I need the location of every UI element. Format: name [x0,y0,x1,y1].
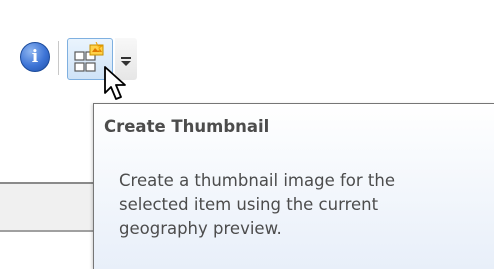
mouse-pointer-icon [104,66,126,100]
tooltip-description: Create a thumbnail image for the selecte… [119,171,395,238]
tooltip-title: Create Thumbnail [104,117,270,136]
tooltip: Create Thumbnail Create a thumbnail imag… [93,103,494,269]
background-panel [0,184,96,232]
dropdown-arrow-icon [121,57,131,66]
create-thumbnail-icon [74,42,104,72]
info-icon: i [31,46,39,67]
toolbar-separator [58,41,59,75]
info-button[interactable]: i [20,42,50,72]
background-divider [0,230,96,232]
